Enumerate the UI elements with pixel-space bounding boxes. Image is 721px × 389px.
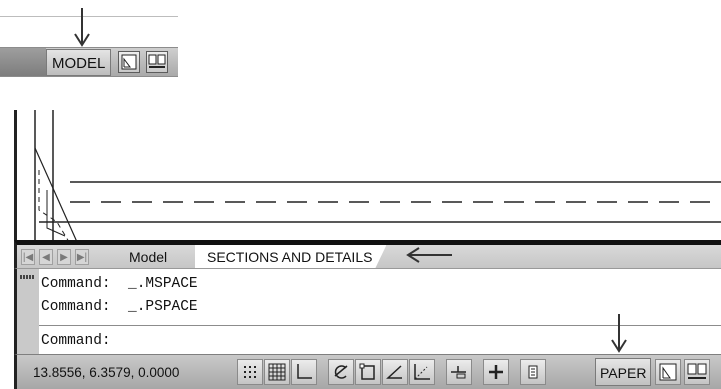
prev-tab-button[interactable]: ◀ [39,249,53,265]
first-tab-button[interactable]: |◀ [21,249,35,265]
arrow-down-icon [74,8,90,47]
osnap-icon[interactable] [355,359,381,385]
status-strip-left [0,48,46,76]
last-tab-button[interactable]: ▶| [75,249,89,265]
next-tab-button[interactable]: ▶ [57,249,71,265]
quick-view-drawings-icon[interactable] [146,51,168,73]
paper-space-button[interactable]: PAPER [595,358,652,386]
ducs-icon[interactable] [409,359,435,385]
polar-icon[interactable] [328,359,354,385]
grid-icon[interactable] [264,359,290,385]
command-prompt[interactable]: Command: [41,333,111,349]
command-history-line: Command: _.PSPACE [41,299,198,315]
tab-model[interactable]: Model [117,246,175,268]
arrow-down-icon [611,314,627,353]
snap-icon[interactable] [237,359,263,385]
lineweight-icon[interactable] [483,359,509,385]
quick-view-layouts-icon[interactable] [655,359,681,385]
drawing-area[interactable] [14,110,721,260]
quick-view-drawings-icon[interactable] [684,359,710,385]
command-window-grip[interactable] [17,269,39,355]
layout-tab-bar: |◀ ◀ ▶ ▶| Model SECTIONS AND DETAILS [14,240,721,269]
model-status-strip: MODEL [0,47,178,77]
dyn-icon[interactable] [446,359,472,385]
coordinate-readout: 13.8556, 6.3579, 0.0000 [33,365,180,380]
ortho-icon[interactable] [291,359,317,385]
drawing-geometry [34,110,721,243]
quick-properties-icon[interactable] [520,359,546,385]
status-bar: 13.8556, 6.3579, 0.0000 PAPER [14,354,721,389]
arrow-left-icon [406,247,452,263]
model-space-button[interactable]: MODEL [46,49,112,76]
tab-sections-and-details[interactable]: SECTIONS AND DETAILS [195,245,387,269]
quick-view-layouts-icon[interactable] [118,51,140,73]
command-history-line: Command: _.MSPACE [41,276,198,292]
otrack-icon[interactable] [382,359,408,385]
